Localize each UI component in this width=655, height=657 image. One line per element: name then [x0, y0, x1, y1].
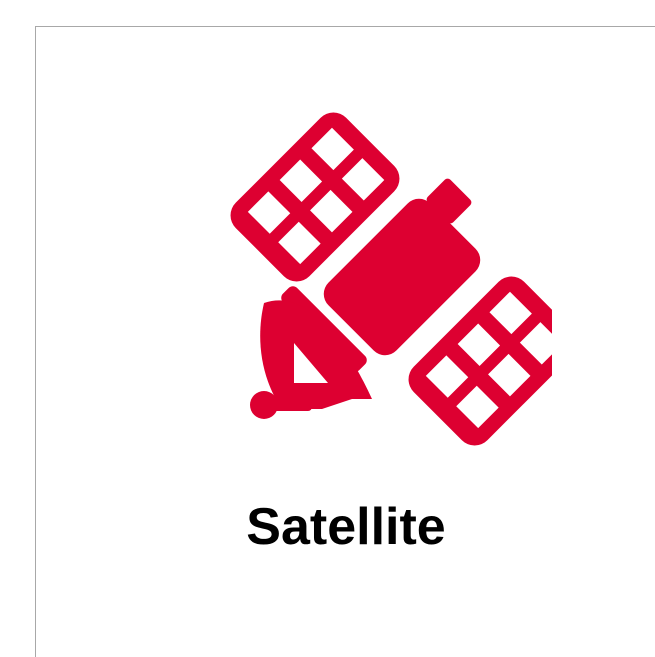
card-title: Satellite	[246, 498, 446, 556]
satellite-card: Satellite	[35, 26, 655, 657]
satellite-icon	[212, 107, 552, 447]
